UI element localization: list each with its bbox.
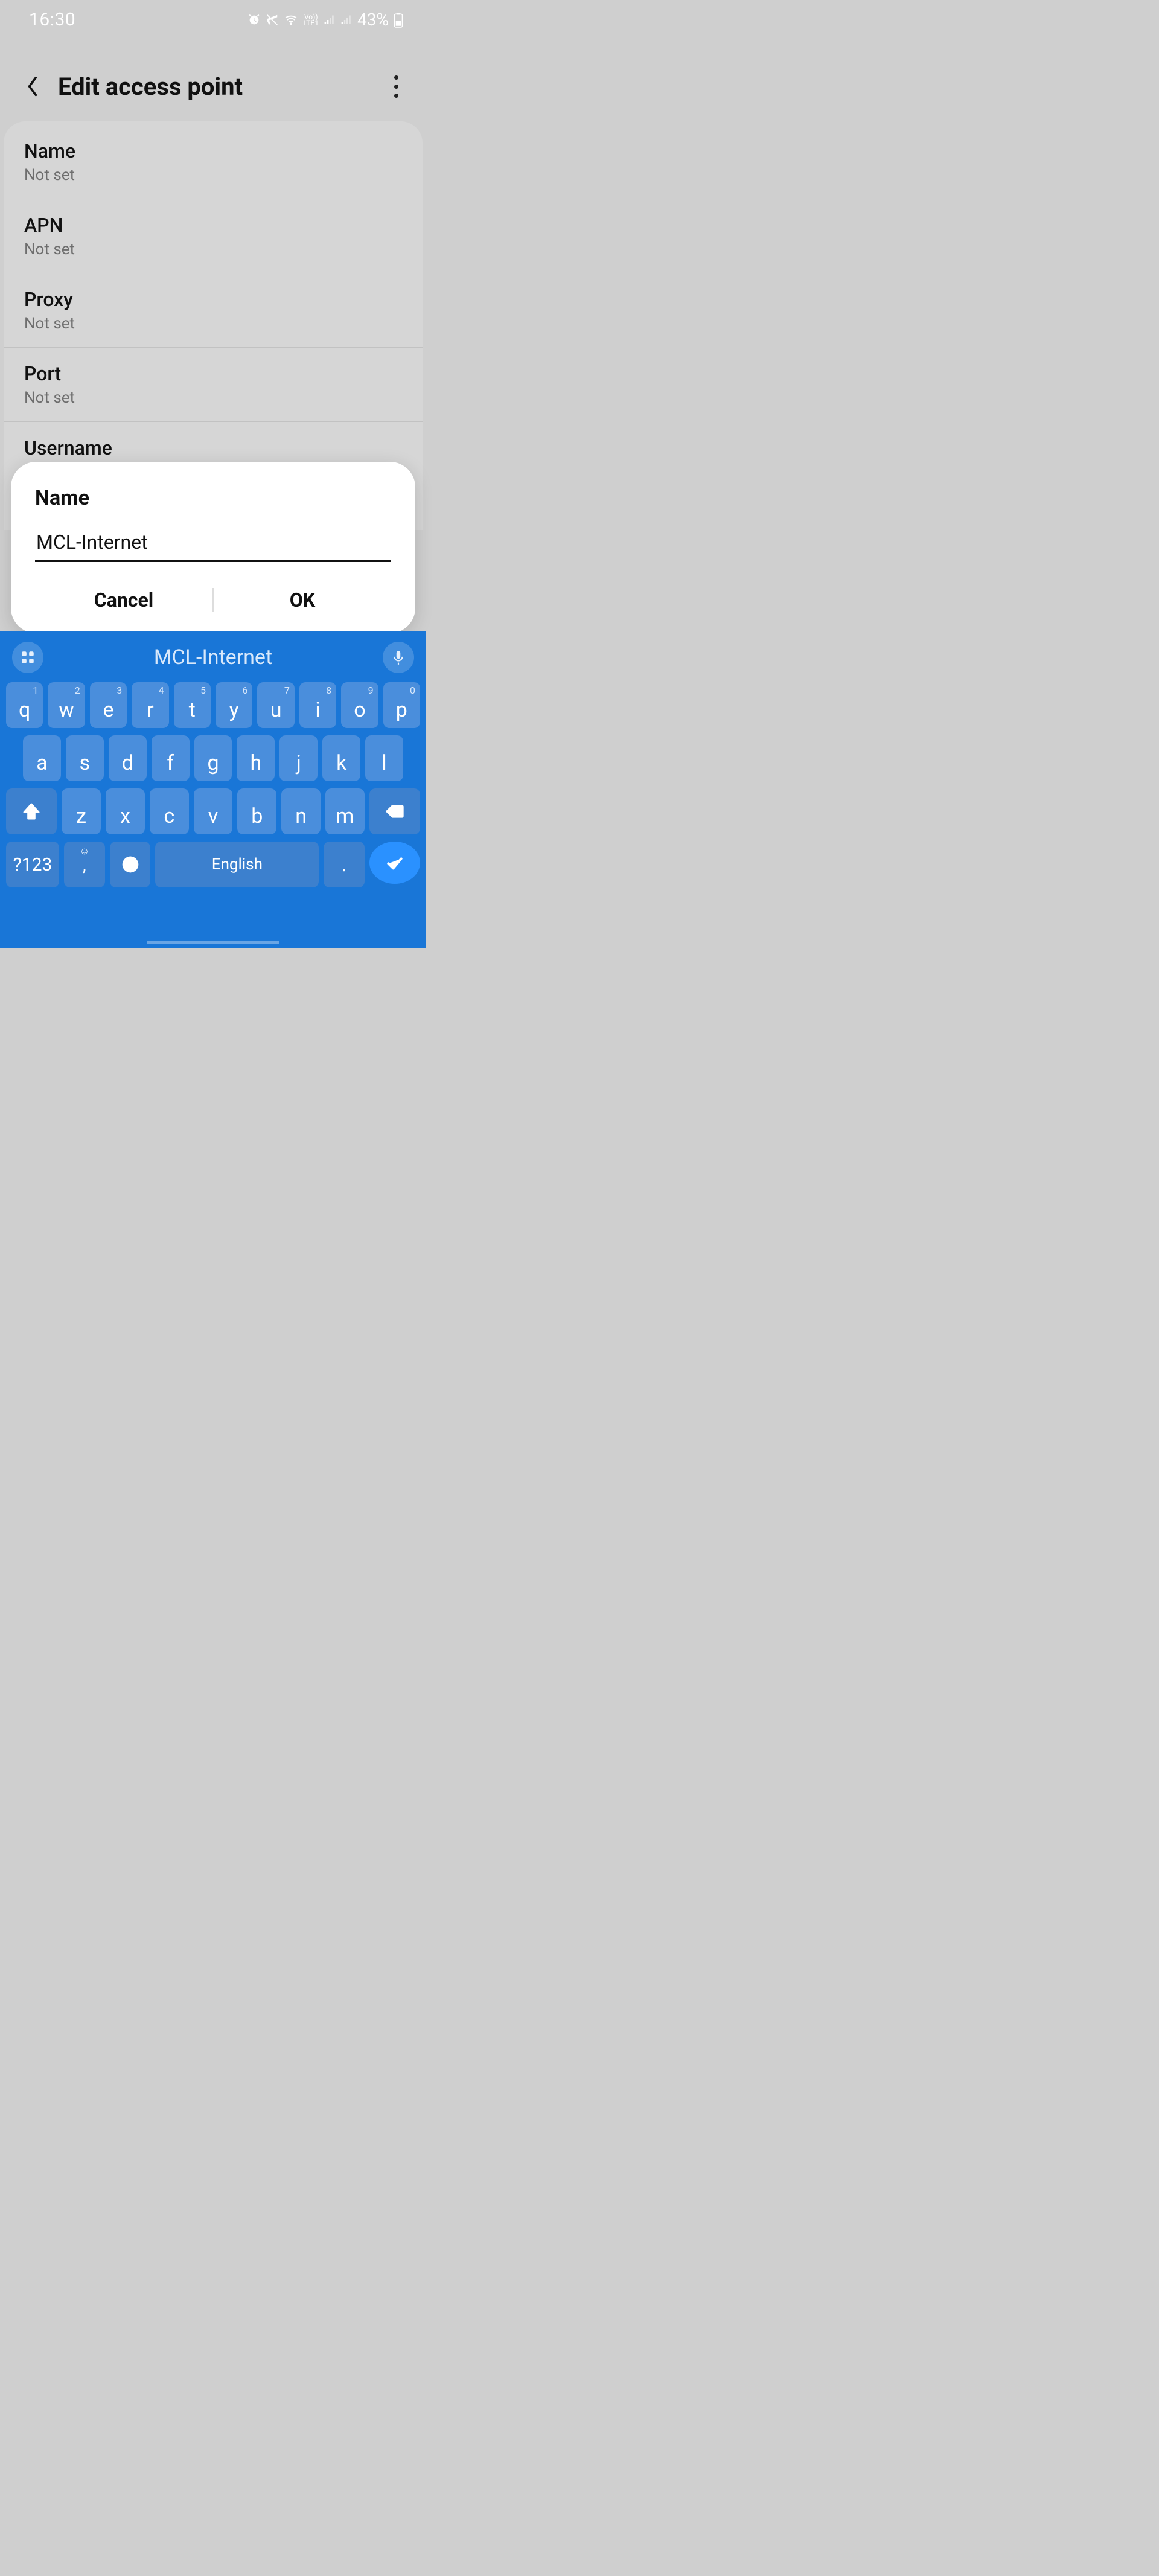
status-time: 16:30 <box>29 9 75 30</box>
key-symbols[interactable]: ?123 <box>6 842 59 887</box>
more-options-button[interactable] <box>382 72 410 101</box>
row-label: Username <box>24 436 402 459</box>
keyboard-row-1: 1q 2w 3e 4r 5t 6y 7u 8i 9o 0p <box>6 682 420 728</box>
key-f[interactable]: f <box>152 735 190 781</box>
page-header: Edit access point <box>0 39 426 121</box>
key-v[interactable]: v <box>194 788 233 834</box>
key-s[interactable]: s <box>66 735 104 781</box>
key-x[interactable]: x <box>106 788 145 834</box>
key-y[interactable]: 6y <box>216 682 252 728</box>
key-b[interactable]: b <box>237 788 276 834</box>
soft-keyboard: MCL-Internet 1q 2w 3e 4r 5t 6y 7u 8i 9o … <box>0 631 426 948</box>
dialog-title: Name <box>35 486 391 510</box>
key-shift[interactable] <box>6 788 57 834</box>
ok-button[interactable]: OK <box>214 583 391 618</box>
key-r[interactable]: 4r <box>132 682 168 728</box>
keyboard-mic-button[interactable] <box>383 642 414 673</box>
key-enter[interactable] <box>369 842 420 884</box>
name-input[interactable] <box>35 527 391 562</box>
status-bar: 16:30 Vo))LTE1 43% <box>0 0 426 39</box>
key-a[interactable]: a <box>23 735 61 781</box>
key-d[interactable]: d <box>109 735 147 781</box>
volte-icon: Vo))LTE1 <box>303 14 319 26</box>
page-title: Edit access point <box>58 72 382 101</box>
key-g[interactable]: g <box>194 735 232 781</box>
key-c[interactable]: c <box>150 788 189 834</box>
key-space[interactable]: English <box>155 842 319 887</box>
key-backspace[interactable] <box>369 788 420 834</box>
key-m[interactable]: m <box>325 788 365 834</box>
row-value: Not set <box>24 315 402 333</box>
edit-name-dialog: Name Cancel OK <box>11 462 415 633</box>
key-i[interactable]: 8i <box>299 682 336 728</box>
key-l[interactable]: l <box>365 735 403 781</box>
key-p[interactable]: 0p <box>383 682 420 728</box>
back-button[interactable] <box>16 69 49 103</box>
row-label: Port <box>24 362 402 385</box>
row-port[interactable]: Port Not set <box>4 348 423 422</box>
battery-text: 43% <box>357 10 389 30</box>
key-o[interactable]: 9o <box>341 682 378 728</box>
more-vertical-icon <box>394 73 398 100</box>
signal-icon-1 <box>324 14 336 26</box>
cancel-button[interactable]: Cancel <box>35 583 212 618</box>
row-label: APN <box>24 214 402 237</box>
key-u[interactable]: 7u <box>257 682 294 728</box>
status-icons-group: Vo))LTE1 43% <box>247 10 403 30</box>
wifi-icon <box>284 13 298 27</box>
key-j[interactable]: j <box>279 735 318 781</box>
battery-icon <box>394 12 403 28</box>
key-t[interactable]: 5t <box>174 682 211 728</box>
key-language[interactable] <box>110 842 151 887</box>
row-name[interactable]: Name Not set <box>4 125 423 199</box>
key-q[interactable]: 1q <box>6 682 43 728</box>
emoji-hint-icon: ☺ <box>80 845 89 857</box>
row-label: Name <box>24 139 402 162</box>
key-period[interactable]: . <box>324 842 365 887</box>
row-label: Proxy <box>24 288 402 311</box>
key-z[interactable]: z <box>62 788 101 834</box>
key-k[interactable]: k <box>322 735 360 781</box>
keyboard-row-2: a s d f g h j k l <box>6 735 420 781</box>
keyboard-suggestion[interactable]: MCL-Internet <box>154 645 272 670</box>
row-apn[interactable]: APN Not set <box>4 199 423 273</box>
row-value: Not set <box>24 166 402 184</box>
keyboard-toolbar: MCL-Internet <box>6 636 420 679</box>
row-proxy[interactable]: Proxy Not set <box>4 273 423 348</box>
key-n[interactable]: n <box>281 788 321 834</box>
key-w[interactable]: 2w <box>48 682 85 728</box>
row-value: Not set <box>24 240 402 258</box>
key-e[interactable]: 3e <box>90 682 127 728</box>
row-value: Not set <box>24 389 402 407</box>
keyboard-row-3: z x c v b n m <box>6 788 420 834</box>
signal-icon-2 <box>340 14 353 26</box>
key-h[interactable]: h <box>237 735 275 781</box>
alarm-icon <box>247 13 261 27</box>
keyboard-apps-button[interactable] <box>12 642 43 673</box>
keyboard-row-4: ?123 ☺ , English . <box>6 842 420 887</box>
vibrate-icon <box>266 13 279 27</box>
key-comma[interactable]: ☺ , <box>64 842 105 887</box>
home-indicator[interactable] <box>147 941 279 944</box>
